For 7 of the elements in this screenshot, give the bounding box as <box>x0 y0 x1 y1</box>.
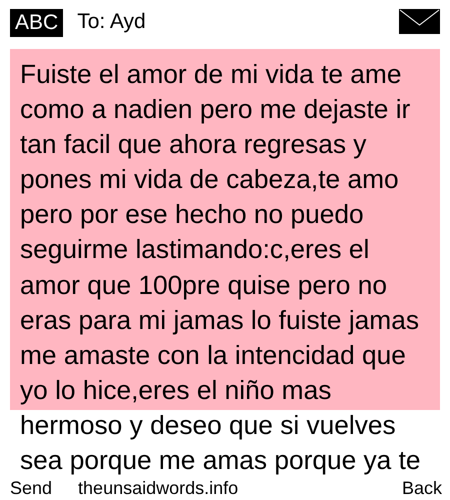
send-softkey[interactable]: Send <box>10 479 52 497</box>
message-text: Fuiste el amor de mi vida te ame como a nadien pero me dejaste ir tan facil que ahora regresas y pones mi vida de cabeza,te amo pero por ese hecho no puedo seguirme lastimando:c,eres el amor que 100pre quise pero no eras para mi jamas lo fuiste jamas me amaste con la intencidad que yo lo hice,eres el niño mas hermoso y deseo que si vuelves sea porque me amas porque ya te <box>20 58 422 478</box>
mail-icon <box>399 9 440 34</box>
input-mode-indicator: ABC <box>10 9 64 37</box>
recipient-label: To: Ayd <box>77 9 146 35</box>
site-label: theunsaidwords.info <box>78 479 238 497</box>
back-softkey[interactable]: Back <box>402 479 442 497</box>
